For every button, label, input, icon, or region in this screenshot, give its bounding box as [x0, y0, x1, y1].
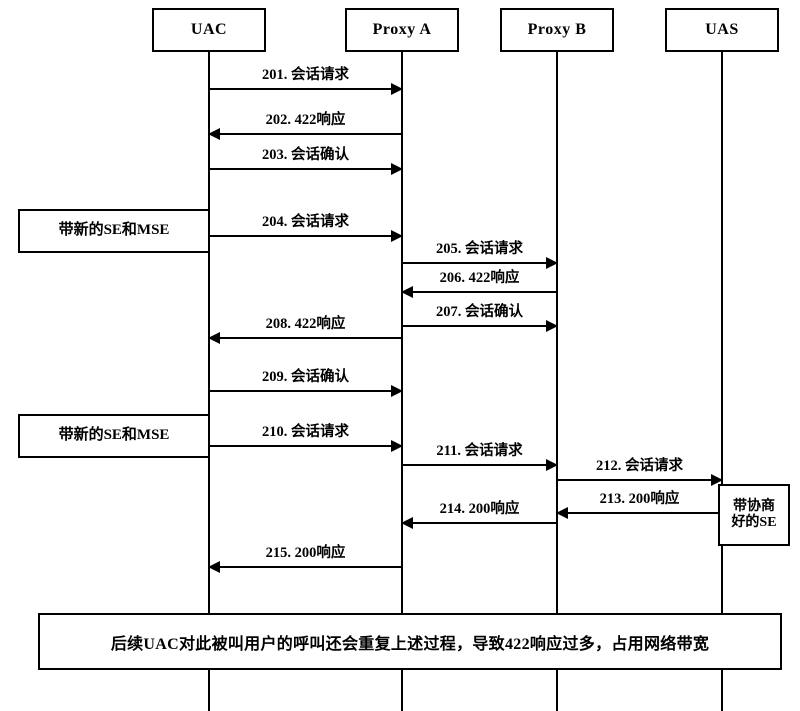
actor-label: Proxy B	[527, 21, 587, 38]
sequence-diagram-canvas: UAC Proxy A Proxy B UAS 201. 会话请求 202. 422响应 2…	[0, 0, 800, 711]
message-label: 207. 会话确认	[436, 304, 523, 321]
message-label: 213. 200响应	[599, 491, 680, 508]
arrowhead-icon	[208, 561, 220, 573]
message-label: 211. 会话请求	[436, 443, 523, 460]
actor-label: UAS	[705, 21, 739, 38]
message-label: 202. 422响应	[265, 112, 346, 129]
arrowhead-icon	[208, 332, 220, 344]
note-text: 带新的SE和MSE	[58, 427, 170, 444]
message-label: 208. 422响应	[265, 316, 346, 333]
message-line	[209, 390, 402, 392]
arrowhead-icon	[401, 517, 413, 529]
message-label: 201. 会话请求	[262, 67, 349, 84]
summary-banner-text: 后续UAC对此被叫用户的呼叫还会重复上述过程，导致422响应过多，占用网络带宽	[110, 635, 710, 653]
arrowhead-icon	[208, 128, 220, 140]
note-se-mse-2: 带新的SE和MSE	[18, 414, 210, 458]
arrowhead-icon	[546, 257, 558, 269]
actor-header-uas: UAS	[665, 8, 779, 52]
message-line	[557, 512, 722, 514]
actor-header-uac: UAC	[152, 8, 266, 52]
message-label: 203. 会话确认	[262, 147, 349, 164]
note-text: 带协商 好的SE	[731, 498, 777, 530]
arrowhead-icon	[556, 507, 568, 519]
arrowhead-icon	[391, 385, 403, 397]
actor-header-proxy_b: Proxy B	[500, 8, 614, 52]
arrowhead-icon	[391, 83, 403, 95]
message-line	[209, 88, 402, 90]
actor-label: UAC	[190, 21, 228, 38]
message-label: 204. 会话请求	[262, 214, 349, 231]
note-negotiated-se: 带协商 好的SE	[718, 484, 790, 546]
message-line	[209, 235, 402, 237]
arrowhead-icon	[401, 286, 413, 298]
message-label: 210. 会话请求	[262, 424, 349, 441]
arrowhead-icon	[391, 163, 403, 175]
note-se-mse-1: 带新的SE和MSE	[18, 209, 210, 253]
note-text: 带新的SE和MSE	[58, 222, 170, 239]
actor-header-proxy_a: Proxy A	[345, 8, 459, 52]
message-line	[209, 337, 402, 339]
message-line	[402, 291, 557, 293]
message-line	[209, 133, 402, 135]
message-line	[209, 445, 402, 447]
message-label: 212. 会话请求	[596, 458, 683, 475]
arrowhead-icon	[391, 230, 403, 242]
arrowhead-icon	[546, 320, 558, 332]
message-line	[402, 464, 557, 466]
message-line	[209, 168, 402, 170]
message-line	[402, 325, 557, 327]
message-line	[557, 479, 722, 481]
message-label: 206. 422响应	[439, 270, 520, 287]
message-label: 215. 200响应	[265, 545, 346, 562]
message-label: 205. 会话请求	[436, 241, 523, 258]
message-label: 214. 200响应	[439, 501, 520, 518]
message-label: 209. 会话确认	[262, 369, 349, 386]
message-line	[209, 566, 402, 568]
message-line	[402, 522, 557, 524]
summary-banner: 后续UAC对此被叫用户的呼叫还会重复上述过程，导致422响应过多，占用网络带宽	[38, 613, 782, 670]
actor-label: Proxy A	[372, 21, 432, 38]
message-line	[402, 262, 557, 264]
